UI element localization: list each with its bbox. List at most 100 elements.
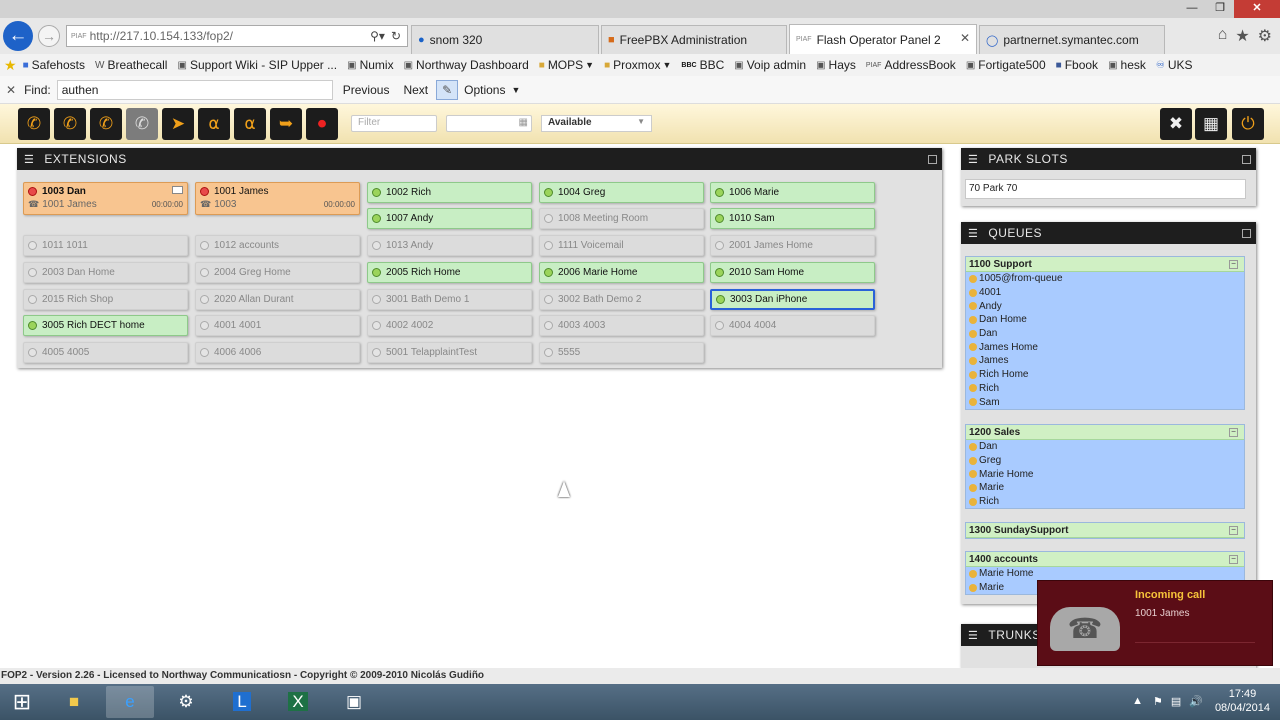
hangup-icon[interactable]: ✆ [54, 108, 86, 140]
extension-tile[interactable]: 1002 Rich [367, 182, 532, 203]
incoming-call-popup[interactable]: ☎ Incoming call 1001 James [1037, 580, 1273, 666]
queue-member[interactable]: Andy [966, 299, 1244, 313]
queue-member[interactable]: Rich [966, 495, 1244, 509]
extension-tile[interactable]: 1001 James ☎ 1003 00:00:00 [195, 182, 360, 215]
extension-tile[interactable]: 1003 Dan ☎ 1001 James 00:00:00 [23, 182, 188, 215]
dial-icon[interactable]: ✆ [18, 108, 50, 140]
queue-header[interactable]: 1200 Sales − [966, 425, 1244, 440]
restore-button[interactable]: ❐ [1206, 0, 1234, 18]
extension-tile[interactable]: 5001 TelapplaintTest [367, 342, 532, 363]
queue-member[interactable]: Rich [966, 382, 1244, 396]
record-icon[interactable]: ⏺ [306, 108, 338, 140]
network-icon[interactable]: ▤ [1171, 695, 1181, 708]
extension-tile[interactable]: 2015 Rich Shop [23, 289, 188, 310]
address-bar[interactable]: PIAF http://217.10.154.133/fop2/ ⚲▾ ↻ [66, 25, 408, 47]
chevron-down-icon[interactable]: ▼ [511, 85, 520, 95]
extension-tile[interactable]: 4001 4001 [195, 315, 360, 336]
extension-tile[interactable]: 1008 Meeting Room [539, 208, 704, 229]
tab-fop2[interactable]: PIAF Flash Operator Panel 2 ✕ [789, 24, 977, 54]
internet-explorer-icon[interactable]: e [106, 686, 154, 718]
extension-tile[interactable]: 1012 accounts [195, 235, 360, 256]
extension-tile[interactable]: 3002 Bath Demo 2 [539, 289, 704, 310]
extension-tile[interactable]: 2010 Sam Home [710, 262, 875, 283]
queue-member[interactable]: James [966, 354, 1244, 368]
collapse-icon[interactable] [1242, 228, 1251, 238]
collapse-icon[interactable]: − [1229, 525, 1238, 535]
queue-box[interactable]: 1300 SundaySupport − [965, 522, 1245, 539]
extension-tile[interactable]: 1007 Andy [367, 208, 532, 229]
extension-tile[interactable]: 1004 Greg [539, 182, 704, 203]
voicemail-envelope-icon[interactable] [172, 186, 183, 194]
tab-freepbx[interactable]: ■ FreePBX Administration [601, 25, 787, 54]
save-disk-icon[interactable]: ▣ [330, 686, 378, 718]
menu-icon[interactable]: ☰ [968, 629, 978, 642]
tab-snom[interactable]: ● snom 320 [411, 25, 599, 54]
queue-box[interactable]: 1200 Sales − Dan Greg Marie Home Marie Rich [965, 424, 1245, 510]
presence-input[interactable]: ▦ [446, 115, 532, 132]
favorites-star-icon[interactable]: ★ [1235, 26, 1249, 46]
fav-fortigate500[interactable]: ▣ Fortigate500 [966, 58, 1046, 72]
fav-breathecall[interactable]: W Breathecall [95, 58, 168, 72]
queue-member[interactable]: 4001 [966, 286, 1244, 300]
queue-header[interactable]: 1300 SundaySupport − [966, 523, 1244, 538]
menu-icon[interactable]: ☰ [968, 227, 978, 240]
back-button[interactable]: ← [3, 21, 33, 51]
fav-northway-dashboard[interactable]: ▣ Northway Dashboard [404, 58, 529, 72]
find-options-button[interactable]: Options [464, 83, 505, 97]
transfer-icon[interactable]: ✆ [90, 108, 122, 140]
refresh-icon[interactable]: ↻ [391, 29, 401, 43]
collapse-icon[interactable]: − [1229, 427, 1238, 437]
fav-safehosts[interactable]: ■ Safehosts [23, 58, 85, 72]
queue-header[interactable]: 1100 Support − [966, 257, 1244, 272]
find-previous-button[interactable]: Previous [343, 83, 390, 97]
fav-uks[interactable]: ♾ UKS [1156, 58, 1193, 72]
park-icon[interactable]: ➥ [270, 108, 302, 140]
flag-icon[interactable]: ⚑ [1153, 695, 1163, 708]
extension-tile[interactable]: 3005 Rich DECT home [23, 315, 188, 336]
extension-tile[interactable]: 1013 Andy [367, 235, 532, 256]
extension-tile[interactable]: 2004 Greg Home [195, 262, 360, 283]
fav-hesk[interactable]: ▣ hesk [1108, 58, 1146, 72]
extension-tile[interactable]: 3003 Dan iPhone [710, 289, 875, 310]
tools-icon[interactable]: ✖ [1160, 108, 1192, 140]
queue-member[interactable]: Rich Home [966, 368, 1244, 382]
close-find-icon[interactable]: ✕ [6, 83, 16, 97]
close-window-button[interactable]: ✕ [1234, 0, 1280, 18]
extension-tile[interactable]: 4005 4005 [23, 342, 188, 363]
settings-gear-icon[interactable]: ⚙ [1258, 26, 1272, 46]
pickup-icon[interactable]: ➤ [162, 108, 194, 140]
close-tab-icon[interactable]: ✕ [960, 31, 970, 45]
find-next-button[interactable]: Next [403, 83, 428, 97]
collapse-icon[interactable]: − [1229, 554, 1238, 564]
extension-tile[interactable]: 2003 Dan Home [23, 262, 188, 283]
forward-button[interactable]: → [38, 25, 60, 47]
queue-member[interactable]: Dan Home [966, 313, 1244, 327]
queue-header[interactable]: 1400 accounts − [966, 552, 1244, 567]
tab-symantec[interactable]: ◯ partnernet.symantec.com [979, 25, 1165, 54]
queue-member[interactable]: Greg [966, 454, 1244, 468]
filter-input[interactable]: Filter [351, 115, 437, 132]
fav-addressbook[interactable]: PIAF AddressBook [866, 58, 956, 72]
extension-tile[interactable]: 3001 Bath Demo 1 [367, 289, 532, 310]
find-input[interactable]: authen [56, 79, 333, 100]
extension-tile[interactable]: 2001 James Home [710, 235, 875, 256]
queue-member[interactable]: 1005@from-queue [966, 272, 1244, 286]
extension-tile[interactable]: 4006 4006 [195, 342, 360, 363]
fav-fbook[interactable]: ■ Fbook [1056, 58, 1098, 72]
collapse-icon[interactable] [928, 154, 937, 164]
queue-member[interactable]: Marie [966, 481, 1244, 495]
queue-member[interactable]: James Home [966, 340, 1244, 354]
queue-member[interactable]: Dan [966, 327, 1244, 341]
collapse-icon[interactable] [1242, 154, 1251, 164]
extension-tile[interactable]: 2005 Rich Home [367, 262, 532, 283]
extension-tile[interactable]: 5555 [539, 342, 704, 363]
extension-tile[interactable]: 1011 1011 [23, 235, 188, 256]
listen-icon[interactable]: ⍺ [198, 108, 230, 140]
extension-tile[interactable]: 1006 Marie [710, 182, 875, 203]
fav-bbc[interactable]: BBC BBC [681, 58, 724, 72]
menu-icon[interactable]: ☰ [24, 153, 34, 166]
extension-tile[interactable]: 4003 4003 [539, 315, 704, 336]
extension-tile[interactable]: 2020 Allan Durant [195, 289, 360, 310]
clock[interactable]: 17:49 08/04/2014 [1215, 687, 1270, 715]
status-select[interactable]: Available ▼ [541, 115, 652, 132]
